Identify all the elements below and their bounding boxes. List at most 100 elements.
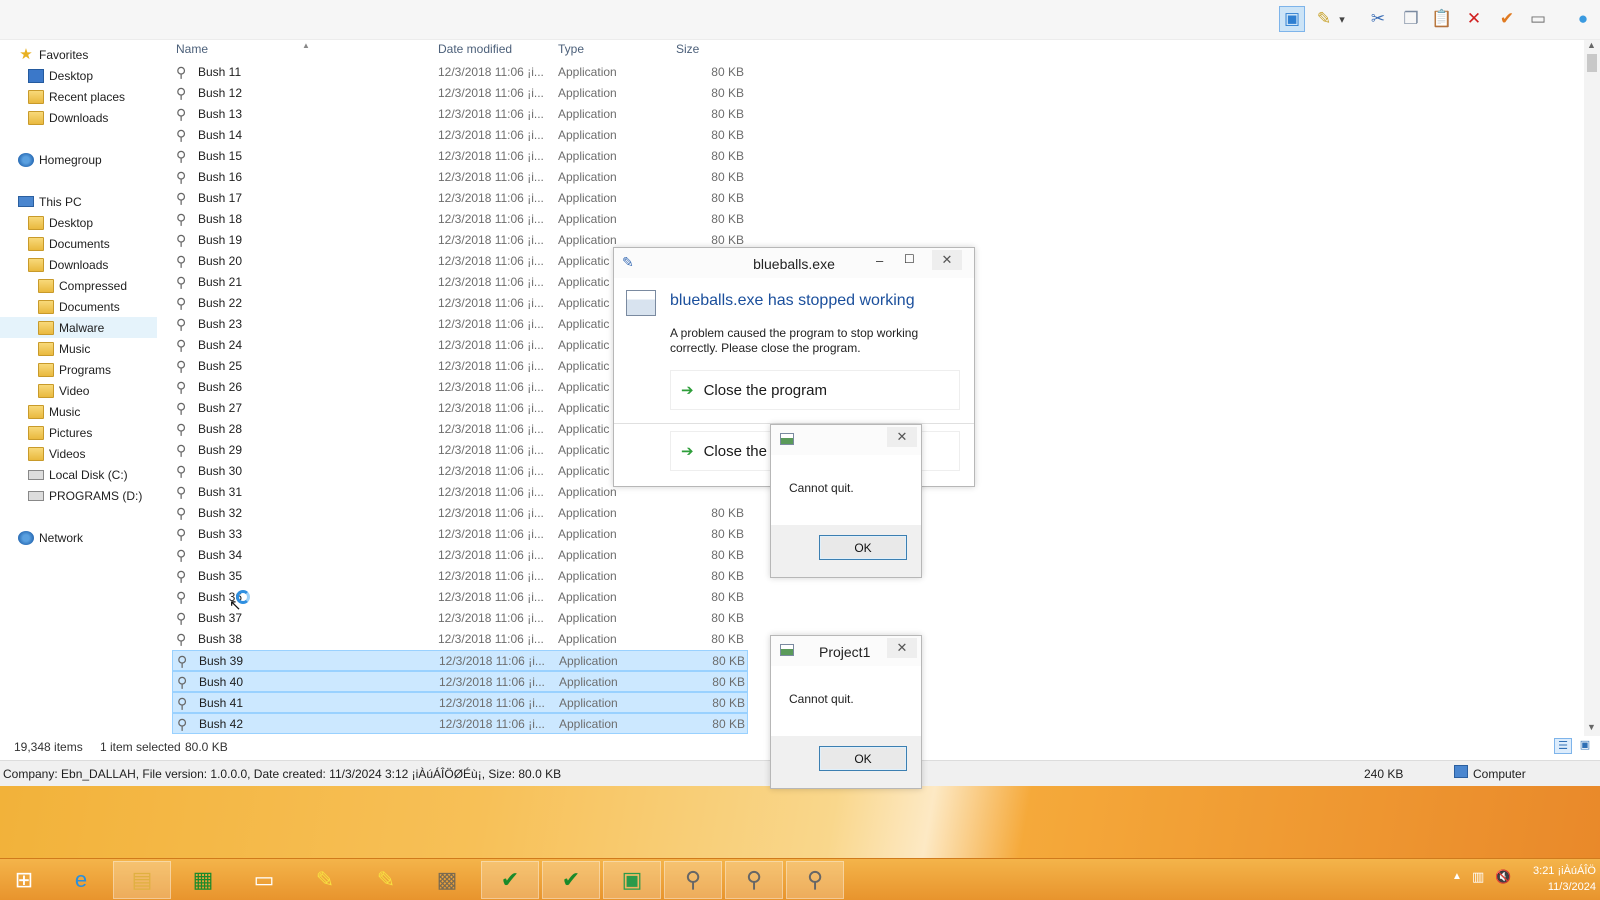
file-row[interactable]: ⚲ Bush 36 12/3/2018 11:06 ¡i... Application… bbox=[172, 587, 748, 608]
ok-button-2[interactable]: OK bbox=[819, 746, 907, 771]
file-row[interactable]: ⚲ Bush 14 12/3/2018 11:06 ¡i... Application… bbox=[172, 125, 748, 146]
nav-item-videos[interactable]: Videos bbox=[28, 443, 85, 464]
scrollbar-thumb[interactable] bbox=[1587, 54, 1597, 72]
file-date: 12/3/2018 11:06 ¡i... bbox=[438, 380, 544, 394]
column-header-date[interactable]: Date modified bbox=[438, 42, 512, 56]
scroll-up-icon[interactable]: ▲ bbox=[1587, 40, 1596, 50]
file-row[interactable]: ⚲ Bush 40 12/3/2018 11:06 ¡i... Application… bbox=[172, 671, 748, 692]
file-size: 80 KB bbox=[711, 632, 744, 646]
nav-item-this-pc[interactable]: This PC bbox=[18, 191, 82, 212]
nav-item-music[interactable]: Music bbox=[38, 338, 90, 359]
nav-item-malware[interactable]: Malware bbox=[0, 317, 157, 338]
task-app-6-icon[interactable]: ▣ bbox=[603, 861, 661, 899]
rename-button-icon[interactable]: ▭ bbox=[1525, 6, 1551, 32]
file-row[interactable]: ⚲ Bush 35 12/3/2018 11:06 ¡i... Application… bbox=[172, 566, 748, 587]
task-app-9-icon[interactable]: ⚲ bbox=[786, 861, 844, 899]
scroll-down-icon[interactable]: ▼ bbox=[1587, 722, 1596, 732]
nav-item-recent-places[interactable]: Recent places bbox=[28, 86, 125, 107]
large-icons-view-icon[interactable]: ▣ bbox=[1576, 738, 1594, 754]
file-type: Application bbox=[558, 527, 617, 541]
nav-item-documents[interactable]: Documents bbox=[38, 296, 120, 317]
task-store-icon[interactable]: ▦ bbox=[174, 861, 232, 899]
task-internet-explorer-icon[interactable]: e bbox=[52, 861, 110, 899]
nav-item-documents[interactable]: Documents bbox=[28, 233, 110, 254]
file-date: 12/3/2018 11:06 ¡i... bbox=[439, 696, 545, 710]
file-name: Bush 28 bbox=[198, 422, 243, 436]
clock-date: 11/3/2024 bbox=[1547, 881, 1596, 893]
nav-item-downloads[interactable]: Downloads bbox=[28, 107, 108, 128]
file-name: Bush 16 bbox=[198, 170, 243, 184]
net-icon bbox=[18, 152, 34, 167]
close-icon[interactable]: ✕ bbox=[887, 638, 917, 658]
task-file-explorer-icon[interactable]: ▤ bbox=[113, 861, 171, 899]
close-program-button[interactable]: ➔ Close the program bbox=[670, 370, 960, 410]
nav-item-favorites[interactable]: ★ Favorites bbox=[18, 44, 88, 65]
nav-item-compressed[interactable]: Compressed bbox=[38, 275, 127, 296]
file-row[interactable]: ⚲ Bush 39 12/3/2018 11:06 ¡i... Application… bbox=[172, 650, 748, 671]
close-icon[interactable]: ✕ bbox=[932, 250, 962, 270]
dropdown-arrow-icon[interactable]: ▾ bbox=[1336, 6, 1348, 32]
globe-button-icon[interactable]: ● bbox=[1570, 6, 1596, 32]
task-folder-icon[interactable]: ▭ bbox=[235, 861, 293, 899]
file-row[interactable]: ⚲ Bush 41 12/3/2018 11:06 ¡i... Application… bbox=[172, 692, 748, 713]
nav-item-homegroup[interactable]: Homegroup bbox=[18, 149, 102, 170]
tray-expand-icon[interactable]: ▲ bbox=[1452, 871, 1462, 882]
nav-item-downloads[interactable]: Downloads bbox=[28, 254, 108, 275]
file-name: Bush 33 bbox=[198, 527, 243, 541]
nav-item-programs[interactable]: Programs bbox=[38, 359, 111, 380]
nav-item-music[interactable]: Music bbox=[28, 401, 80, 422]
network-tray-icon[interactable]: ▥ bbox=[1472, 869, 1484, 885]
column-header-size[interactable]: Size bbox=[676, 42, 699, 56]
minimize-icon[interactable]: – bbox=[876, 253, 883, 268]
column-header-name[interactable]: Name ▲ bbox=[176, 41, 310, 56]
nav-item-desktop[interactable]: Desktop bbox=[28, 212, 93, 233]
file-row[interactable]: ⚲ Bush 12 12/3/2018 11:06 ¡i... Application… bbox=[172, 83, 748, 104]
copy-button-icon[interactable]: ❐ bbox=[1398, 6, 1424, 32]
file-row[interactable]: ⚲ Bush 38 12/3/2018 11:06 ¡i... Application… bbox=[172, 629, 748, 650]
properties-button-icon[interactable]: ✎ bbox=[1311, 6, 1337, 32]
nav-item-desktop[interactable]: Desktop bbox=[28, 65, 93, 86]
cut-button-icon[interactable]: ✂ bbox=[1365, 6, 1391, 32]
cannot-quit-dialog-2-titlebar[interactable]: Project1 ✕ bbox=[771, 636, 921, 666]
check-button-icon[interactable]: ✔ bbox=[1494, 6, 1520, 32]
file-row[interactable]: ⚲ Bush 13 12/3/2018 11:06 ¡i... Application… bbox=[172, 104, 748, 125]
task-app-4-icon[interactable]: ✔ bbox=[481, 861, 539, 899]
details-view-icon[interactable]: ☰ bbox=[1554, 738, 1572, 754]
task-app-5-icon[interactable]: ✔ bbox=[542, 861, 600, 899]
file-row[interactable]: ⚲ Bush 16 12/3/2018 11:06 ¡i... Application… bbox=[172, 167, 748, 188]
close-icon[interactable]: ✕ bbox=[887, 427, 917, 447]
file-row[interactable]: ⚲ Bush 15 12/3/2018 11:06 ¡i... Application… bbox=[172, 146, 748, 167]
crash-dialog-titlebar[interactable]: ✎ blueballs.exe – ☐ ✕ bbox=[614, 248, 974, 278]
paste-button-icon[interactable]: 📋 bbox=[1429, 6, 1455, 32]
file-name: Bush 17 bbox=[198, 191, 243, 205]
task-app-3-icon[interactable]: ▩ bbox=[418, 861, 476, 899]
nav-item-programs-d[interactable]: PROGRAMS (D:) bbox=[28, 485, 142, 506]
file-row[interactable]: ⚲ Bush 32 12/3/2018 11:06 ¡i... Application… bbox=[172, 503, 748, 524]
ok-button-1[interactable]: OK bbox=[819, 535, 907, 560]
tray-clock[interactable]: 3:21 ¡iÀúÁÎÖ 11/3/2024 bbox=[1508, 863, 1596, 895]
nav-item-video[interactable]: Video bbox=[38, 380, 89, 401]
column-header-type[interactable]: Type bbox=[558, 42, 584, 56]
nav-item-network[interactable]: Network bbox=[18, 527, 83, 548]
file-name: Bush 25 bbox=[198, 359, 243, 373]
start-button-icon[interactable]: ⊞ bbox=[0, 861, 48, 899]
nav-item-local-disk-c[interactable]: Local Disk (C:) bbox=[28, 464, 128, 485]
file-row[interactable]: ⚲ Bush 34 12/3/2018 11:06 ¡i... Application… bbox=[172, 545, 748, 566]
delete-button-icon[interactable]: ✕ bbox=[1461, 6, 1487, 32]
file-row[interactable]: ⚲ Bush 18 12/3/2018 11:06 ¡i... Application… bbox=[172, 209, 748, 230]
task-app-7-icon[interactable]: ⚲ bbox=[664, 861, 722, 899]
vertical-scrollbar[interactable]: ▲ ▼ bbox=[1584, 40, 1600, 736]
cannot-quit-dialog-1-titlebar[interactable]: ✕ bbox=[771, 425, 921, 455]
file-row[interactable]: ⚲ Bush 33 12/3/2018 11:06 ¡i... Application… bbox=[172, 524, 748, 545]
maximize-icon[interactable]: ☐ bbox=[904, 252, 915, 266]
file-row[interactable]: ⚲ Bush 11 12/3/2018 11:06 ¡i... Application… bbox=[172, 62, 748, 83]
task-app-1-icon[interactable]: ✎ bbox=[296, 861, 354, 899]
task-app-2-icon[interactable]: ✎ bbox=[357, 861, 415, 899]
file-row[interactable]: ⚲ Bush 42 12/3/2018 11:06 ¡i... Application… bbox=[172, 713, 748, 734]
file-row[interactable]: ⚲ Bush 17 12/3/2018 11:06 ¡i... Application… bbox=[172, 188, 748, 209]
task-app-8-icon[interactable]: ⚲ bbox=[725, 861, 783, 899]
layout-pane-button-icon[interactable]: ▣ bbox=[1279, 6, 1305, 32]
cannot-quit-dialog-2: Project1 ✕ Cannot quit. OK bbox=[770, 635, 922, 789]
nav-item-pictures[interactable]: Pictures bbox=[28, 422, 92, 443]
file-row[interactable]: ⚲ Bush 37 12/3/2018 11:06 ¡i... Application… bbox=[172, 608, 748, 629]
